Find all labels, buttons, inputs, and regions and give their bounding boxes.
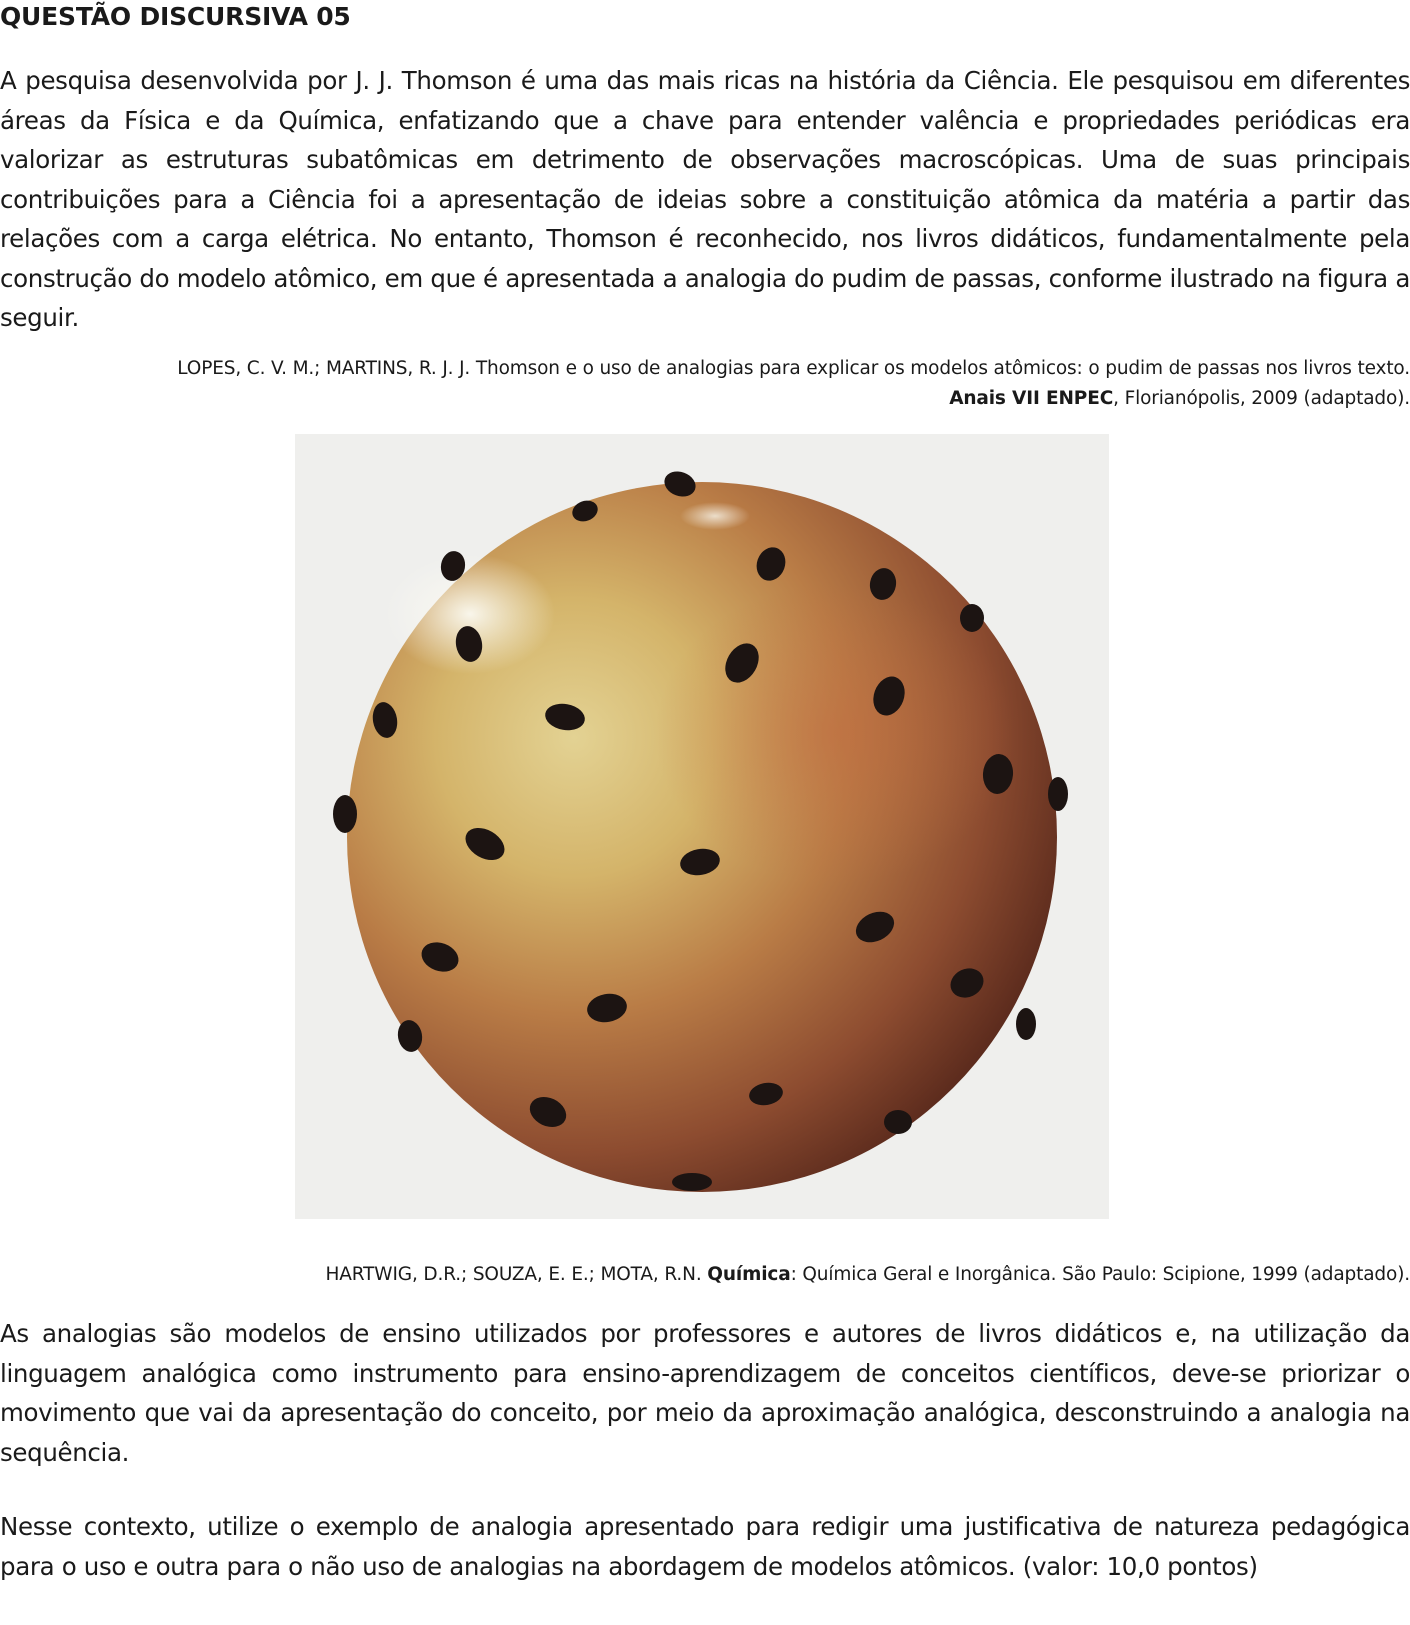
citation-lopes-line2: Anais VII ENPEC, Florianópolis, 2009 (ad…: [0, 384, 1410, 414]
citation-lopes-place-year: , Florianópolis, 2009 (adaptado).: [1113, 388, 1410, 409]
citation-lopes-line1: LOPES, C. V. M.; MARTINS, R. J. J. Thoms…: [177, 358, 1410, 379]
citation-hartwig: HARTWIG, D.R.; SOUZA, E. E.; MOTA, R.N. …: [0, 1260, 1410, 1290]
exam-page: QUESTÃO DISCURSIVA 05 A pesquisa desenvo…: [0, 0, 1410, 1625]
intro-paragraph: A pesquisa desenvolvida por J. J. Thomso…: [0, 66, 1410, 332]
citation-hartwig-title: Química: [707, 1264, 791, 1285]
citation-hartwig-details: : Química Geral e Inorgânica. São Paulo:…: [790, 1264, 1410, 1285]
question-title: QUESTÃO DISCURSIVA 05: [0, 2, 351, 31]
citation-hartwig-authors: HARTWIG, D.R.; SOUZA, E. E.; MOTA, R.N.: [325, 1264, 708, 1285]
analogies-paragraph: As analogias são modelos de ensino utili…: [0, 1319, 1410, 1467]
raisin-pudding-sphere-image: [333, 471, 1068, 1192]
citation-lopes-martins: LOPES, C. V. M.; MARTINS, R. J. J. Thoms…: [0, 354, 1410, 414]
task-paragraph: Nesse contexto, utilize o exemplo de ana…: [0, 1512, 1410, 1581]
raisin-pudding-figure: [295, 434, 1109, 1219]
citation-lopes-journal: Anais VII ENPEC: [949, 388, 1114, 409]
